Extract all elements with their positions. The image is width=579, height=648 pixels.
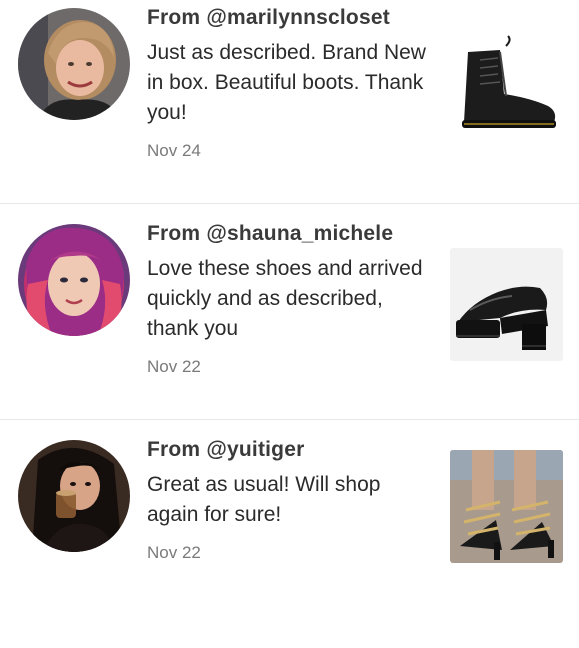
review-author[interactable]: From @shauna_michele <box>147 222 393 246</box>
product-thumbnail[interactable] <box>450 450 563 563</box>
review-text: Love these shoes and arrived quickly and… <box>147 257 423 340</box>
review-item[interactable]: From @yuitiger Great as usual! Will shop… <box>0 432 579 648</box>
avatar-woman-short-blonde-hair-icon <box>18 8 130 120</box>
black-lace-up-boot-icon <box>450 32 563 145</box>
review-date: Nov 24 <box>147 141 201 160</box>
product-thumbnail[interactable] <box>450 32 563 145</box>
avatar[interactable] <box>18 8 130 120</box>
black-platform-slide-sandal-icon <box>450 248 563 361</box>
avatar[interactable] <box>18 224 130 336</box>
divider <box>0 203 579 204</box>
chain-strap-heeled-sandal-icon <box>450 450 563 563</box>
review-text: Great as usual! Will shop again for sure… <box>147 473 381 526</box>
review-text: Just as described. Brand New in box. Bea… <box>147 41 426 124</box>
review-item[interactable]: From @shauna_michele Love these shoes an… <box>0 216 579 432</box>
review-author[interactable]: From @marilynnscloset <box>147 6 390 30</box>
review-author[interactable]: From @yuitiger <box>147 438 304 462</box>
review-list: From @marilynnscloset Just as described.… <box>0 0 579 580</box>
product-thumbnail[interactable] <box>450 248 563 361</box>
review-date: Nov 22 <box>147 543 201 562</box>
review-item[interactable]: From @marilynnscloset Just as described.… <box>0 0 579 216</box>
review-date: Nov 22 <box>147 357 201 376</box>
avatar-woman-dark-hair-icon <box>18 440 130 552</box>
divider <box>0 419 579 420</box>
avatar[interactable] <box>18 440 130 552</box>
avatar-woman-pink-hair-icon <box>18 224 130 336</box>
